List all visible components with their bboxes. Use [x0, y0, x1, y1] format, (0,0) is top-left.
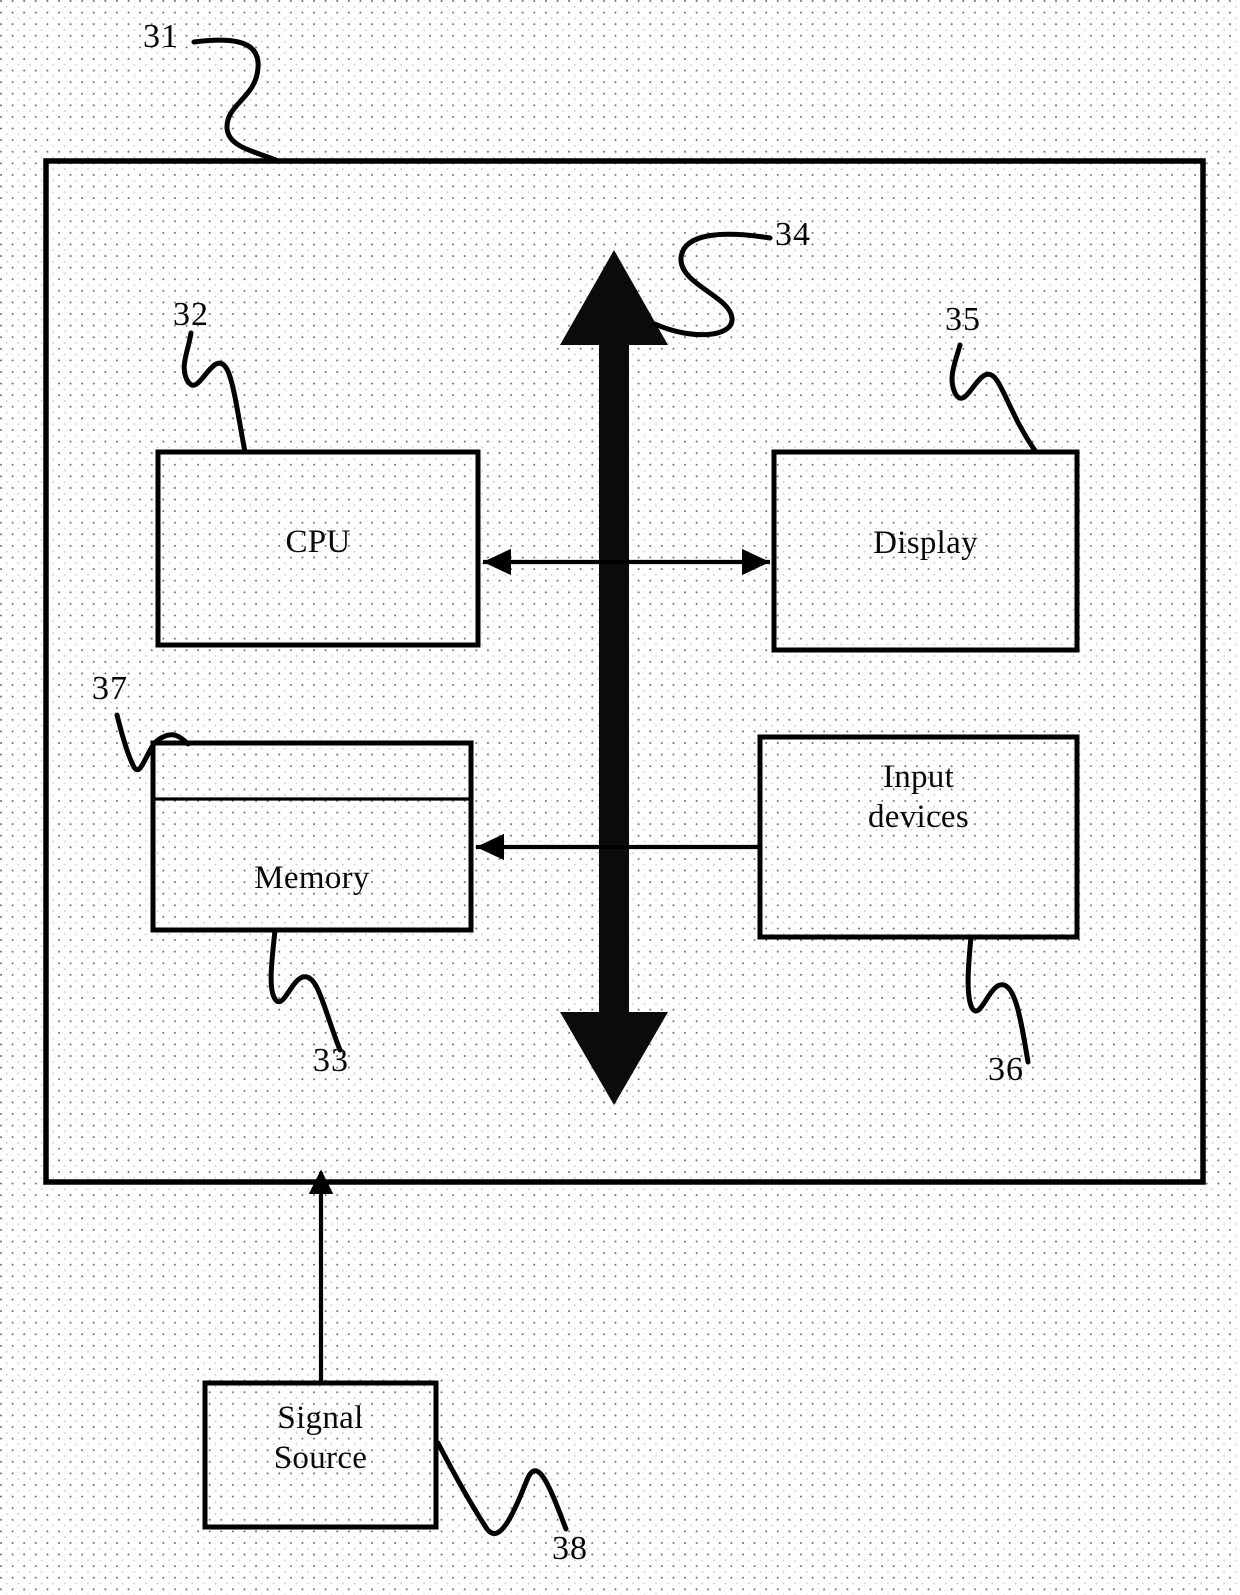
ref-numeral-36: 36	[988, 1051, 1024, 1088]
memory-block	[150, 740, 474, 933]
leader-31	[191, 37, 281, 164]
cpu-block	[155, 449, 481, 648]
ref-numeral-34: 34	[775, 216, 811, 253]
ref-numeral-33: 33	[313, 1042, 349, 1079]
system-bus	[560, 250, 668, 1105]
leader-36	[965, 934, 1031, 1065]
display-block	[771, 449, 1080, 653]
ref-numeral-35: 35	[945, 301, 981, 338]
patent-figure: CPU Display Memory Input devices Signal …	[0, 0, 1240, 1595]
ref-numeral-37: 37	[92, 670, 128, 707]
ref-numeral-32: 32	[173, 296, 209, 333]
ref-numeral-38: 38	[552, 1530, 588, 1567]
input-devices-block	[757, 734, 1080, 940]
leader-32	[181, 330, 248, 455]
signal-source-block	[202, 1380, 439, 1530]
leader-33	[268, 927, 343, 1053]
leader-34	[652, 231, 773, 338]
leader-35	[949, 342, 1039, 455]
ref-numeral-31: 31	[143, 18, 179, 55]
leader-38	[435, 1440, 569, 1536]
leader-lines	[114, 37, 1039, 1536]
diagram-canvas	[43, 37, 1206, 1536]
